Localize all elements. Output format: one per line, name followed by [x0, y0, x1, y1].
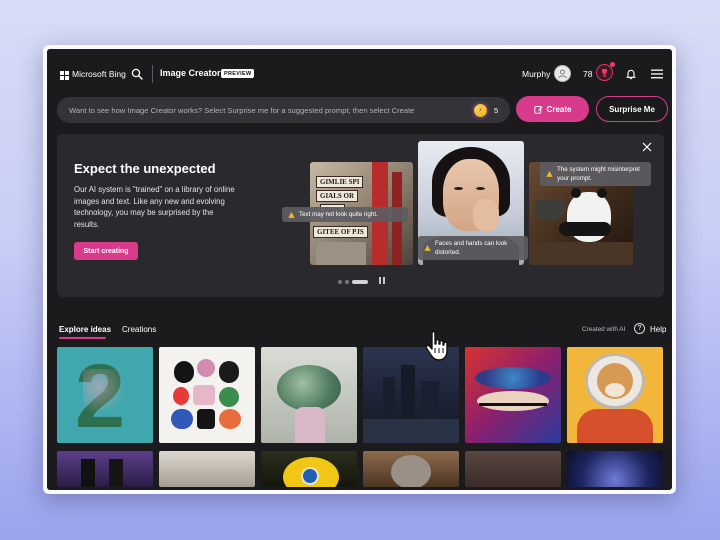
gallery-tile-chairs[interactable] [57, 451, 153, 487]
gallery-tile-succulents[interactable] [261, 347, 357, 443]
castle-ground [363, 419, 459, 443]
panda-ear-right [597, 188, 607, 198]
portrait-eye-left [454, 187, 463, 190]
portrait-hand [473, 199, 499, 231]
device-frame: Microsoft Bing Image Creator PREVIEW Mur… [43, 45, 676, 494]
tip-text: Text may not look quite right. [282, 207, 408, 222]
kitchen-counter [529, 242, 633, 265]
prompt-input[interactable] [57, 97, 462, 123]
image-creator-app: Microsoft Bing Image Creator PREVIEW Mur… [47, 49, 672, 490]
start-creating-button[interactable]: Start creating [74, 242, 138, 260]
gallery-tile-sketch[interactable] [159, 451, 255, 487]
eye-lid [477, 391, 549, 411]
close-icon[interactable] [642, 142, 652, 152]
hand-pointer-cursor-icon [425, 330, 448, 361]
tip-prompt: The system might misinterpret your promp… [540, 162, 651, 186]
prompt-bar: ⚡ 5 [57, 97, 510, 123]
shape-red [173, 387, 189, 405]
floral-pattern [83, 369, 133, 429]
carousel-dot[interactable] [338, 279, 342, 284]
chair-1 [81, 459, 95, 487]
bell-icon[interactable] [625, 68, 637, 80]
shape-blue [171, 409, 193, 429]
search-icon[interactable] [131, 68, 143, 80]
eye-lashes [479, 403, 547, 406]
boost-coin-icon[interactable]: ⚡ [474, 104, 487, 117]
panda-arm [559, 222, 611, 236]
space-suit [577, 409, 653, 443]
user-avatar-icon[interactable] [554, 65, 571, 82]
header-divider [152, 65, 153, 83]
bouquet-wrap [295, 407, 325, 443]
gallery-tile-galaxy[interactable] [567, 451, 663, 487]
elephant-head [391, 455, 431, 487]
gallery-tile-elephant[interactable] [363, 451, 459, 487]
hero-description: Our AI system is "trained" on a library … [74, 185, 235, 229]
gallery-tile-lemon[interactable] [261, 451, 357, 487]
warning-icon [424, 244, 431, 251]
tab-creations[interactable]: Creations [122, 325, 156, 334]
panda-pot [535, 200, 565, 220]
carousel-dot-active[interactable] [352, 279, 368, 284]
hero-carousel: Expect the unexpected Our AI system is "… [57, 134, 664, 297]
warning-icon [288, 211, 295, 218]
surprise-me-button[interactable]: Surprise Me [596, 96, 668, 122]
carousel-indicators [338, 279, 368, 284]
help-link[interactable]: Help [650, 325, 666, 334]
create-pencil-icon [533, 105, 543, 114]
sign-text-4: GITEE OF PJS [313, 226, 368, 238]
pause-icon[interactable] [379, 277, 386, 285]
warning-icon [546, 170, 553, 177]
user-name[interactable]: Murphy [522, 69, 550, 79]
dog-muzzle [605, 383, 625, 397]
tip-faces-label: Faces and hands can look distorted. [435, 240, 508, 256]
tip-text-label: Text may not look quite right. [299, 211, 378, 218]
hamburger-menu-icon[interactable] [651, 69, 663, 79]
preview-badge: PREVIEW [221, 69, 255, 78]
shape-orange [219, 409, 241, 429]
microsoft-logo-icon[interactable] [60, 71, 69, 80]
shape-light-pink [193, 385, 215, 405]
app-title[interactable]: Image Creator [160, 68, 221, 78]
create-button[interactable]: Create [516, 96, 589, 122]
help-icon[interactable]: ? [634, 323, 645, 334]
eyeshadow-blue [475, 367, 551, 389]
panda-ear-left [571, 188, 581, 198]
castle-tower-2 [401, 365, 415, 425]
portrait-eye-right [476, 187, 485, 190]
tip-prompt-label: The system might misinterpret your promp… [557, 166, 640, 182]
boost-count: 5 [494, 106, 499, 115]
rewards-notification-dot [610, 62, 615, 67]
shape-green [219, 387, 239, 407]
pump-base [316, 242, 366, 265]
gallery-tile-astronaut-dog[interactable] [567, 347, 663, 443]
succulent-bouquet [277, 365, 341, 411]
tip-faces: Faces and hands can look distorted. [418, 236, 528, 260]
castle-tower-1 [383, 377, 395, 425]
active-tab-indicator [59, 337, 106, 339]
sign-text-1: GIMLIE SPI [316, 176, 364, 188]
tab-explore-ideas[interactable]: Explore ideas [59, 325, 111, 334]
top-header: Microsoft Bing Image Creator PREVIEW Mur… [47, 49, 672, 99]
sign-text-2: GIALS OR [316, 190, 359, 202]
gallery-tile-number[interactable]: 2 [57, 347, 153, 443]
lemon-eye [301, 467, 319, 485]
shape-black [174, 361, 194, 383]
create-button-label: Create [546, 104, 572, 114]
shape-black-3 [197, 409, 215, 429]
rewards-points[interactable]: 78 [583, 69, 592, 79]
gallery-tile-eye[interactable] [465, 347, 561, 443]
gallery-tile-shapes[interactable] [159, 347, 255, 443]
shape-black-2 [219, 361, 239, 383]
brand-label[interactable]: Microsoft Bing [72, 69, 126, 79]
created-with-ai-label: Created with AI [582, 326, 626, 333]
shape-pink [197, 359, 215, 377]
gallery-tile-interior[interactable] [465, 451, 561, 487]
chair-2 [109, 459, 123, 487]
carousel-dot[interactable] [345, 279, 349, 284]
hero-title: Expect the unexpected [74, 161, 216, 176]
